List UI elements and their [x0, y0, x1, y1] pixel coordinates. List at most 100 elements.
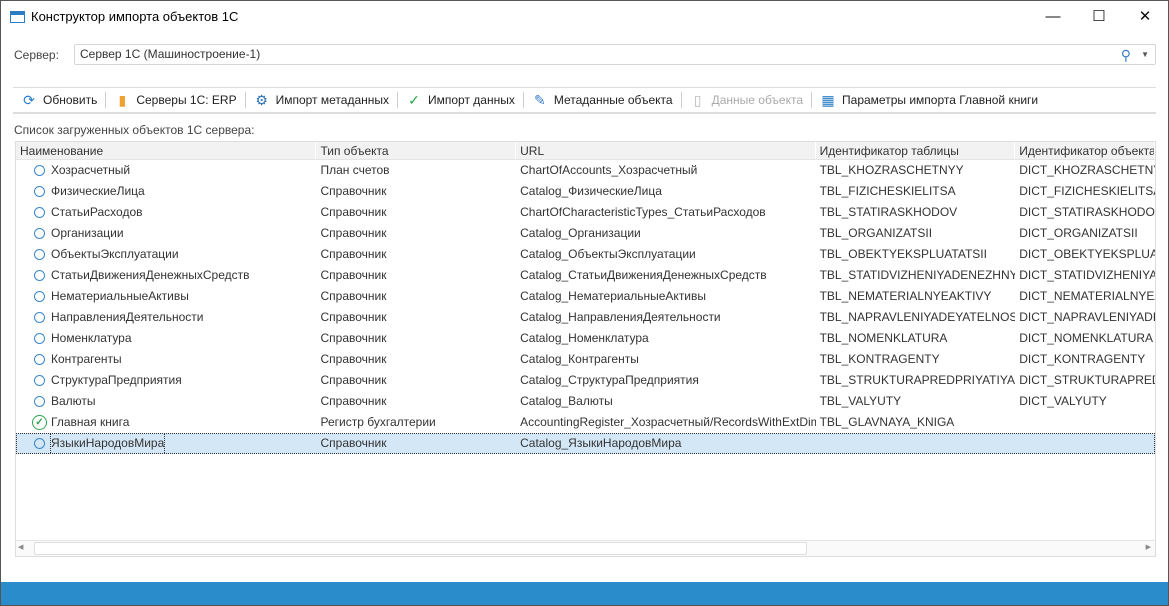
column-header-object-id[interactable]: Идентификатор объекта	[1015, 142, 1155, 159]
table-row[interactable]: Организации Справочник Catalog_Организац…	[16, 223, 1155, 244]
cell-table-id: TBL_GLAVNAYA_KNIGA	[819, 415, 955, 429]
check-circle-icon: ✓	[408, 91, 420, 108]
cell-object-id	[1015, 412, 1155, 433]
database-icon: ▮	[118, 91, 127, 108]
cell-object-id: DICT_KHOZRASCHETNYY	[1019, 163, 1155, 177]
cell-table-id: TBL_KHOZRASCHETNYY	[819, 163, 964, 177]
table-row[interactable]: ФизическиеЛица Справочник Catalog_Физиче…	[16, 181, 1155, 202]
cell-url: Catalog_Валюты	[520, 394, 613, 408]
server-value: Сервер 1С (Машиностроение-1)	[80, 47, 261, 61]
column-header-table-id[interactable]: Идентификатор таблицы	[816, 142, 1016, 159]
cell-type: Справочник	[320, 268, 387, 282]
table-row[interactable]: Номенклатура Справочник Catalog_Номенкла…	[16, 328, 1155, 349]
cell-url: Catalog_НаправленияДеятельности	[520, 310, 721, 324]
toolbar-button-5[interactable]: ▯ Данные объекта	[682, 88, 811, 112]
cell-table-id: TBL_STRUKTURAPREDPRIYATIYA	[819, 373, 1015, 387]
toolbar-button-label: Импорт данных	[428, 93, 515, 107]
cell-type: Справочник	[320, 331, 387, 345]
close-button[interactable]: ✕	[1122, 1, 1168, 31]
gear-icon: ⚙	[255, 91, 268, 108]
table-row[interactable]: СтруктураПредприятия Справочник Catalog_…	[16, 370, 1155, 391]
grid-header: Наименование Тип объекта URL Идентификат…	[16, 142, 1155, 160]
table-row[interactable]: СтатьиДвиженияДенежныхСредств Справочник…	[16, 265, 1155, 286]
table-row[interactable]: Валюты Справочник Catalog_Валюты TBL_VAL…	[16, 391, 1155, 412]
pencil-icon: ✎	[533, 91, 546, 108]
server-label: Сервер:	[14, 48, 59, 62]
cell-object-id: DICT_FIZICHESKIELITSA	[1019, 184, 1155, 198]
server-select[interactable]: Сервер 1С (Машиностроение-1) ⚲ ▼	[74, 44, 1156, 65]
cell-table-id: TBL_STATIDVIZHENIYADENEZHNYKHSR	[819, 268, 1016, 282]
pending-circle-icon	[34, 249, 45, 260]
toolbar-button-2[interactable]: ⚙ Импорт метаданных	[246, 88, 397, 112]
cell-name: Валюты	[51, 394, 96, 408]
toolbar: ⟳ Обновить ▮ Серверы 1С: ERP ⚙ Импорт метадан…	[13, 87, 1156, 114]
toolbar-button-label: Данные объекта	[711, 93, 804, 107]
cell-name: ФизическиеЛица	[51, 184, 145, 198]
cell-name: Номенклатура	[51, 331, 132, 345]
cell-url: Catalog_НематериальныеАктивы	[520, 289, 707, 303]
minimize-button[interactable]: —	[1030, 1, 1076, 31]
cell-table-id: TBL_OBEKTYEKSPLUATATSII	[819, 247, 987, 261]
cell-url: Catalog_ЯзыкиНародовМира	[520, 436, 682, 450]
table-row[interactable]: Хозрасчетный План счетов ChartOfAccounts…	[16, 160, 1155, 181]
scroll-left-icon[interactable]: ◀	[18, 543, 23, 551]
cell-name: ОбъектыЭксплуатации	[51, 247, 179, 261]
cell-url: Catalog_Контрагенты	[520, 352, 639, 366]
table-row[interactable]: ✓ Главная книга Регистр бухгалтерии Accou…	[16, 412, 1155, 433]
pending-circle-icon	[34, 165, 45, 176]
table-row[interactable]: НематериальныеАктивы Справочник Catalog_…	[16, 286, 1155, 307]
cell-object-id	[1015, 433, 1155, 454]
pending-circle-icon	[34, 333, 45, 344]
cell-name: СтатьиДвиженияДенежныхСредств	[51, 268, 250, 282]
cell-object-id: DICT_KONTRAGENTY	[1019, 352, 1146, 366]
refresh-icon: ⟳	[23, 91, 35, 108]
toolbar-button-label: Импорт метаданных	[275, 93, 389, 107]
maximize-button[interactable]: ☐	[1076, 1, 1122, 31]
cell-object-id: DICT_NAPRAVLENIYADEYATELNOSTI	[1019, 310, 1155, 324]
objects-grid: Наименование Тип объекта URL Идентификат…	[15, 141, 1156, 557]
ledger-icon: ▦	[821, 91, 835, 108]
column-header-url[interactable]: URL	[516, 142, 816, 159]
cell-object-id: DICT_ORGANIZATSII	[1019, 226, 1138, 240]
window-title: Конструктор импорта объектов 1С	[31, 9, 239, 24]
toolbar-button-6[interactable]: ▦ Параметры импорта Главной книги	[812, 88, 1046, 112]
cell-type: Справочник	[320, 247, 387, 261]
cell-object-id: DICT_NEMATERIALNYEAKTIVY	[1019, 289, 1155, 303]
cell-table-id: TBL_FIZICHESKIELITSA	[819, 184, 956, 198]
toolbar-button-1[interactable]: ▮ Серверы 1С: ERP	[106, 88, 244, 112]
horizontal-scrollbar[interactable]: ◀ ▶	[16, 540, 1155, 556]
scroll-right-icon[interactable]: ▶	[1146, 543, 1151, 551]
cell-type: Справочник	[320, 184, 387, 198]
cell-url: Catalog_ОбъектыЭксплуатации	[520, 247, 696, 261]
toolbar-button-0[interactable]: ⟳ Обновить	[13, 88, 105, 112]
app-window-icon	[10, 10, 25, 23]
table-row[interactable]: ЯзыкиНародовМира Справочник Catalog_Язык…	[16, 433, 1155, 454]
toolbar-button-4[interactable]: ✎ Метаданные объекта	[524, 88, 681, 112]
pending-circle-icon	[34, 228, 45, 239]
cell-table-id: TBL_KONTRAGENTY	[819, 352, 940, 366]
column-header-name[interactable]: Наименование	[16, 142, 317, 159]
table-row[interactable]: Контрагенты Справочник Catalog_Контраген…	[16, 349, 1155, 370]
cell-table-id: TBL_STATIRASKHODOV	[819, 205, 958, 219]
table-row[interactable]: НаправленияДеятельности Справочник Catal…	[16, 307, 1155, 328]
scrollbar-thumb[interactable]	[34, 542, 807, 555]
objects-list-label: Список загруженных объектов 1С сервера:	[14, 123, 255, 137]
cell-object-id: DICT_NOMENKLATURA	[1019, 331, 1154, 345]
cell-object-id: DICT_OBEKTYEKSPLUATATSII	[1019, 247, 1155, 261]
search-icon[interactable]: ⚲	[1121, 46, 1131, 65]
table-row[interactable]: СтатьиРасходов Справочник ChartOfCharact…	[16, 202, 1155, 223]
column-header-type[interactable]: Тип объекта	[316, 142, 517, 159]
document-icon: ▯	[693, 91, 702, 108]
pending-circle-icon	[34, 396, 45, 407]
cell-name: Главная книга	[51, 415, 130, 429]
table-row[interactable]: ОбъектыЭксплуатации Справочник Catalog_О…	[16, 244, 1155, 265]
cell-table-id: TBL_NEMATERIALNYEAKTIVY	[819, 289, 992, 303]
cell-type: Справочник	[320, 436, 387, 450]
chevron-down-icon[interactable]: ▼	[1141, 45, 1149, 64]
cell-url: Catalog_Номенклатура	[520, 331, 649, 345]
status-bar	[1, 582, 1168, 605]
cell-name: НематериальныеАктивы	[51, 289, 189, 303]
toolbar-button-3[interactable]: ✓ Импорт данных	[398, 88, 523, 112]
cell-table-id	[816, 433, 1016, 454]
cell-url: ChartOfAccounts_Хозрасчетный	[520, 163, 698, 177]
